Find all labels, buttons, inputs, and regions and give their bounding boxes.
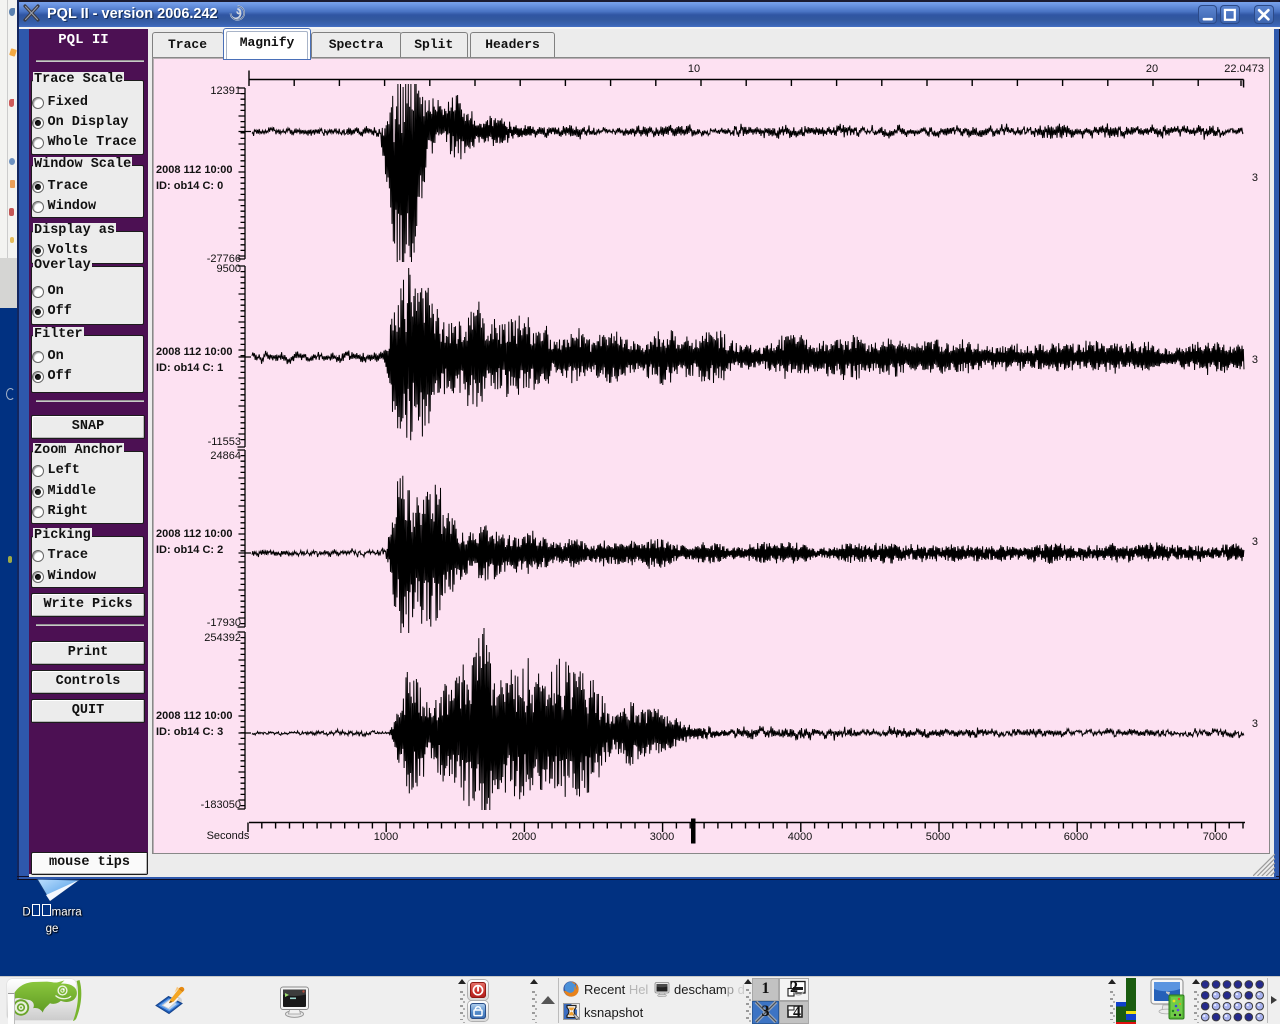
svg-text:-17930: -17930 — [207, 617, 241, 629]
svg-text:2008 112 10:00: 2008 112 10:00 — [156, 164, 232, 176]
svg-text:ID: ob14 C: 0: ID: ob14 C: 0 — [156, 180, 223, 192]
svg-text:ID: ob14 C: 1: ID: ob14 C: 1 — [156, 362, 223, 374]
svg-text:1000: 1000 — [374, 831, 398, 843]
svg-text:9500: 9500 — [217, 263, 241, 275]
svg-text:2008 112 10:00: 2008 112 10:00 — [156, 346, 232, 358]
svg-text:ID: ob14 C: 2: ID: ob14 C: 2 — [156, 544, 223, 556]
svg-text:3: 3 — [1252, 718, 1258, 730]
svg-text:22.0473: 22.0473 — [1224, 63, 1264, 75]
svg-text:5000: 5000 — [926, 831, 950, 843]
svg-text:254392: 254392 — [204, 632, 241, 644]
svg-text:3000: 3000 — [650, 831, 674, 843]
svg-text:2008 112 10:00: 2008 112 10:00 — [156, 528, 232, 540]
svg-text:3: 3 — [1252, 536, 1258, 548]
svg-text:12391: 12391 — [210, 85, 241, 97]
svg-text:2000: 2000 — [512, 831, 536, 843]
svg-text:2008 112 10:00: 2008 112 10:00 — [156, 710, 232, 722]
svg-text:3: 3 — [1252, 172, 1258, 184]
svg-text:-183050: -183050 — [201, 799, 241, 811]
svg-text:-11553: -11553 — [208, 436, 241, 448]
svg-text:20: 20 — [1146, 63, 1158, 75]
svg-text:6000: 6000 — [1064, 831, 1088, 843]
svg-text:3: 3 — [1252, 354, 1258, 366]
svg-text:Seconds: Seconds — [207, 830, 250, 842]
svg-text:24864: 24864 — [210, 450, 241, 462]
svg-text:7000: 7000 — [1203, 831, 1227, 843]
svg-text:ID: ob14 C: 3: ID: ob14 C: 3 — [156, 726, 223, 738]
svg-text:10: 10 — [688, 63, 700, 75]
svg-text:4000: 4000 — [788, 831, 812, 843]
